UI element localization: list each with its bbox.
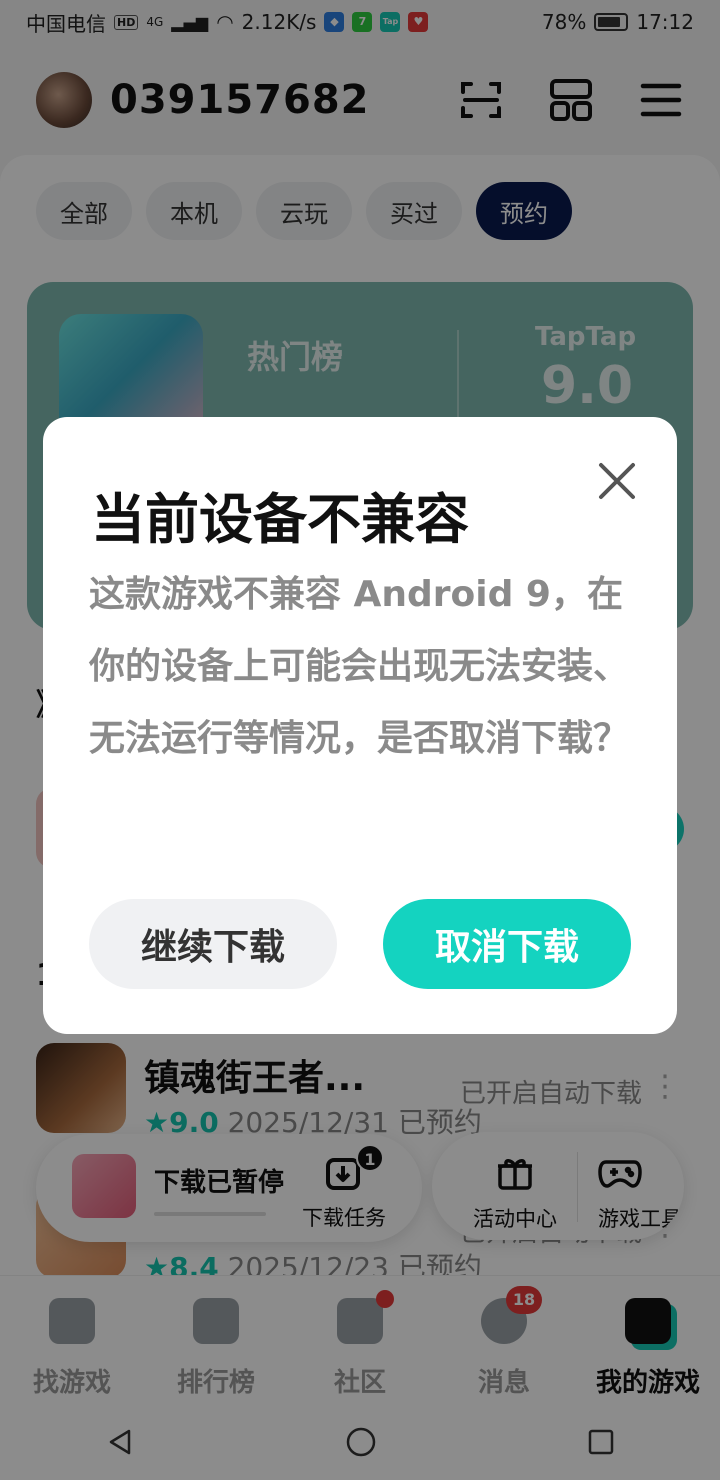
incompatible-device-dialog: 当前设备不兼容 这款游戏不兼容 Android 9，在你的设备上可能会出现无法安… — [43, 417, 677, 1034]
continue-download-button[interactable]: 继续下载 — [89, 899, 337, 989]
dialog-title: 当前设备不兼容 — [91, 488, 469, 551]
cancel-download-button[interactable]: 取消下载 — [383, 899, 631, 989]
close-icon[interactable] — [591, 455, 643, 507]
dialog-message: 这款游戏不兼容 Android 9，在你的设备上可能会出现无法安装、无法运行等情… — [89, 574, 630, 759]
